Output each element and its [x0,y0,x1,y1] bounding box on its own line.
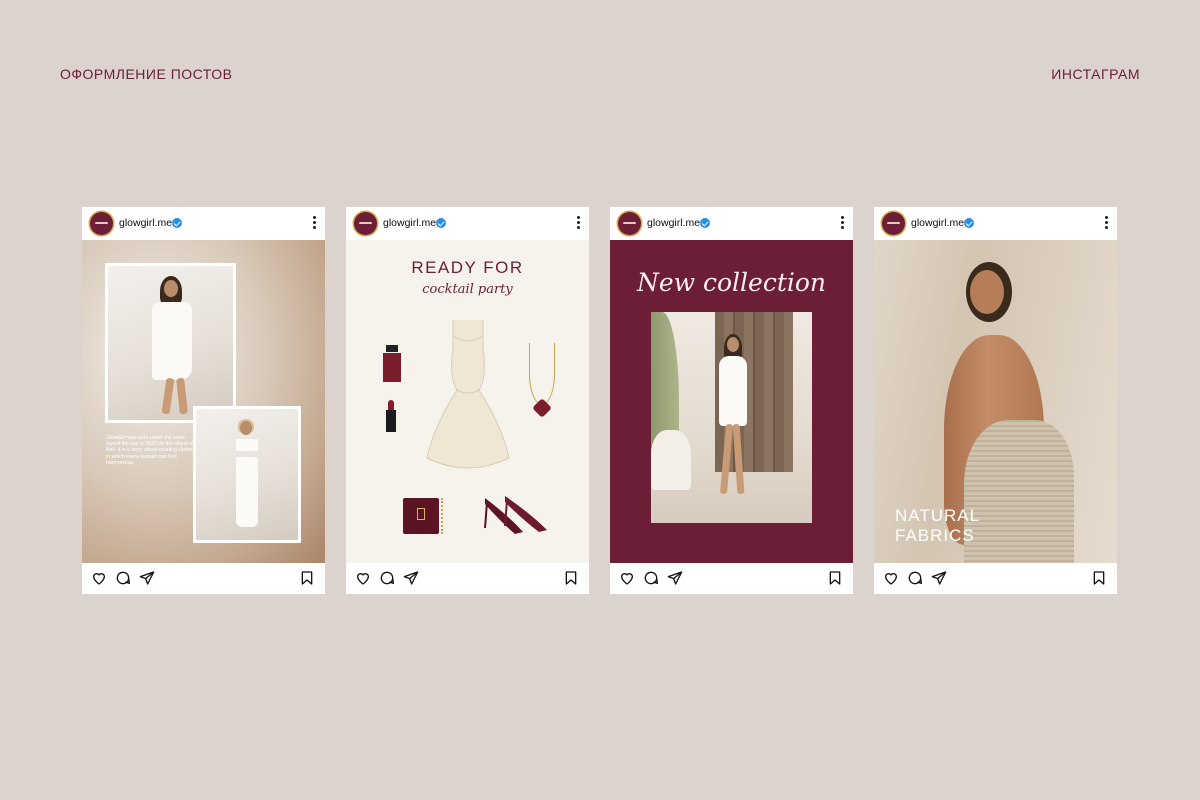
post-actions [346,563,589,594]
heels-image [484,496,547,534]
knit-dress [964,420,1074,563]
instagram-post-4: glowgirl.me NATURAL FABRICS [874,207,1117,594]
username[interactable]: glowgirl.me [119,217,172,229]
bookmark-icon[interactable] [827,570,843,586]
share-icon[interactable] [931,570,947,586]
photo-frame [105,263,236,423]
platform-label: ИНСТАГРАМ [1051,66,1140,82]
post-image[interactable]: GlowGirl was born under the warm raysof … [82,240,325,563]
comment-icon[interactable] [379,570,395,586]
more-options-icon[interactable] [841,216,844,230]
post-actions [82,563,325,594]
photo-frame [651,312,812,523]
post-image[interactable]: NATURAL FABRICS [874,240,1117,563]
avatar[interactable] [882,212,905,235]
lipstick-image [386,400,396,432]
bookmark-icon[interactable] [1091,570,1107,586]
comment-icon[interactable] [907,570,923,586]
perfume-bottle-image [382,345,402,383]
verified-badge-icon [436,218,446,228]
avatar[interactable] [90,212,113,235]
avatar[interactable] [618,212,641,235]
post-title: READY FOR [411,258,524,277]
verified-badge-icon [964,218,974,228]
bookmark-icon[interactable] [563,570,579,586]
bookmark-icon[interactable] [299,570,315,586]
post-header: glowgirl.me [874,207,1117,240]
section-title: ОФОРМЛЕНИЕ ПОСТОВ [60,66,233,82]
post-image[interactable]: READY FOR cocktail party [346,240,589,563]
post-header: glowgirl.me [610,207,853,240]
post-header: glowgirl.me [82,207,325,240]
share-icon[interactable] [403,570,419,586]
heart-icon[interactable] [619,570,635,586]
instagram-post-3: glowgirl.me New collection [610,207,853,594]
heart-icon[interactable] [355,570,371,586]
share-icon[interactable] [139,570,155,586]
username[interactable]: glowgirl.me [647,217,700,229]
title-line-1: NATURAL [895,506,981,525]
post-subtitle: cocktail party [422,282,513,297]
verified-badge-icon [172,218,182,228]
post-actions [874,563,1117,594]
post-title: New collection [636,268,827,297]
photo-frame [193,406,301,543]
necklace-image [529,343,555,405]
share-icon[interactable] [667,570,683,586]
post-actions [610,563,853,594]
heart-icon[interactable] [91,570,107,586]
more-options-icon[interactable] [1105,216,1108,230]
title-line-2: FABRICS [895,526,975,545]
more-options-icon[interactable] [313,216,316,230]
avatar[interactable] [354,212,377,235]
handbag-image [403,498,443,534]
more-options-icon[interactable] [577,216,580,230]
post-title: NATURAL FABRICS [895,506,980,546]
comment-icon[interactable] [643,570,659,586]
verified-badge-icon [700,218,710,228]
instagram-post-1: glowgirl.me GlowGirl was born under the … [82,207,325,594]
post-image[interactable]: New collection [610,240,853,563]
comment-icon[interactable] [115,570,131,586]
username[interactable]: glowgirl.me [911,217,964,229]
dress-image [426,320,510,469]
post-caption-text: GlowGirl was born under the warm raysof … [106,435,195,466]
instagram-post-2: glowgirl.me READY FOR cocktail party [346,207,589,594]
post-header: glowgirl.me [346,207,589,240]
username[interactable]: glowgirl.me [383,217,436,229]
heart-icon[interactable] [883,570,899,586]
